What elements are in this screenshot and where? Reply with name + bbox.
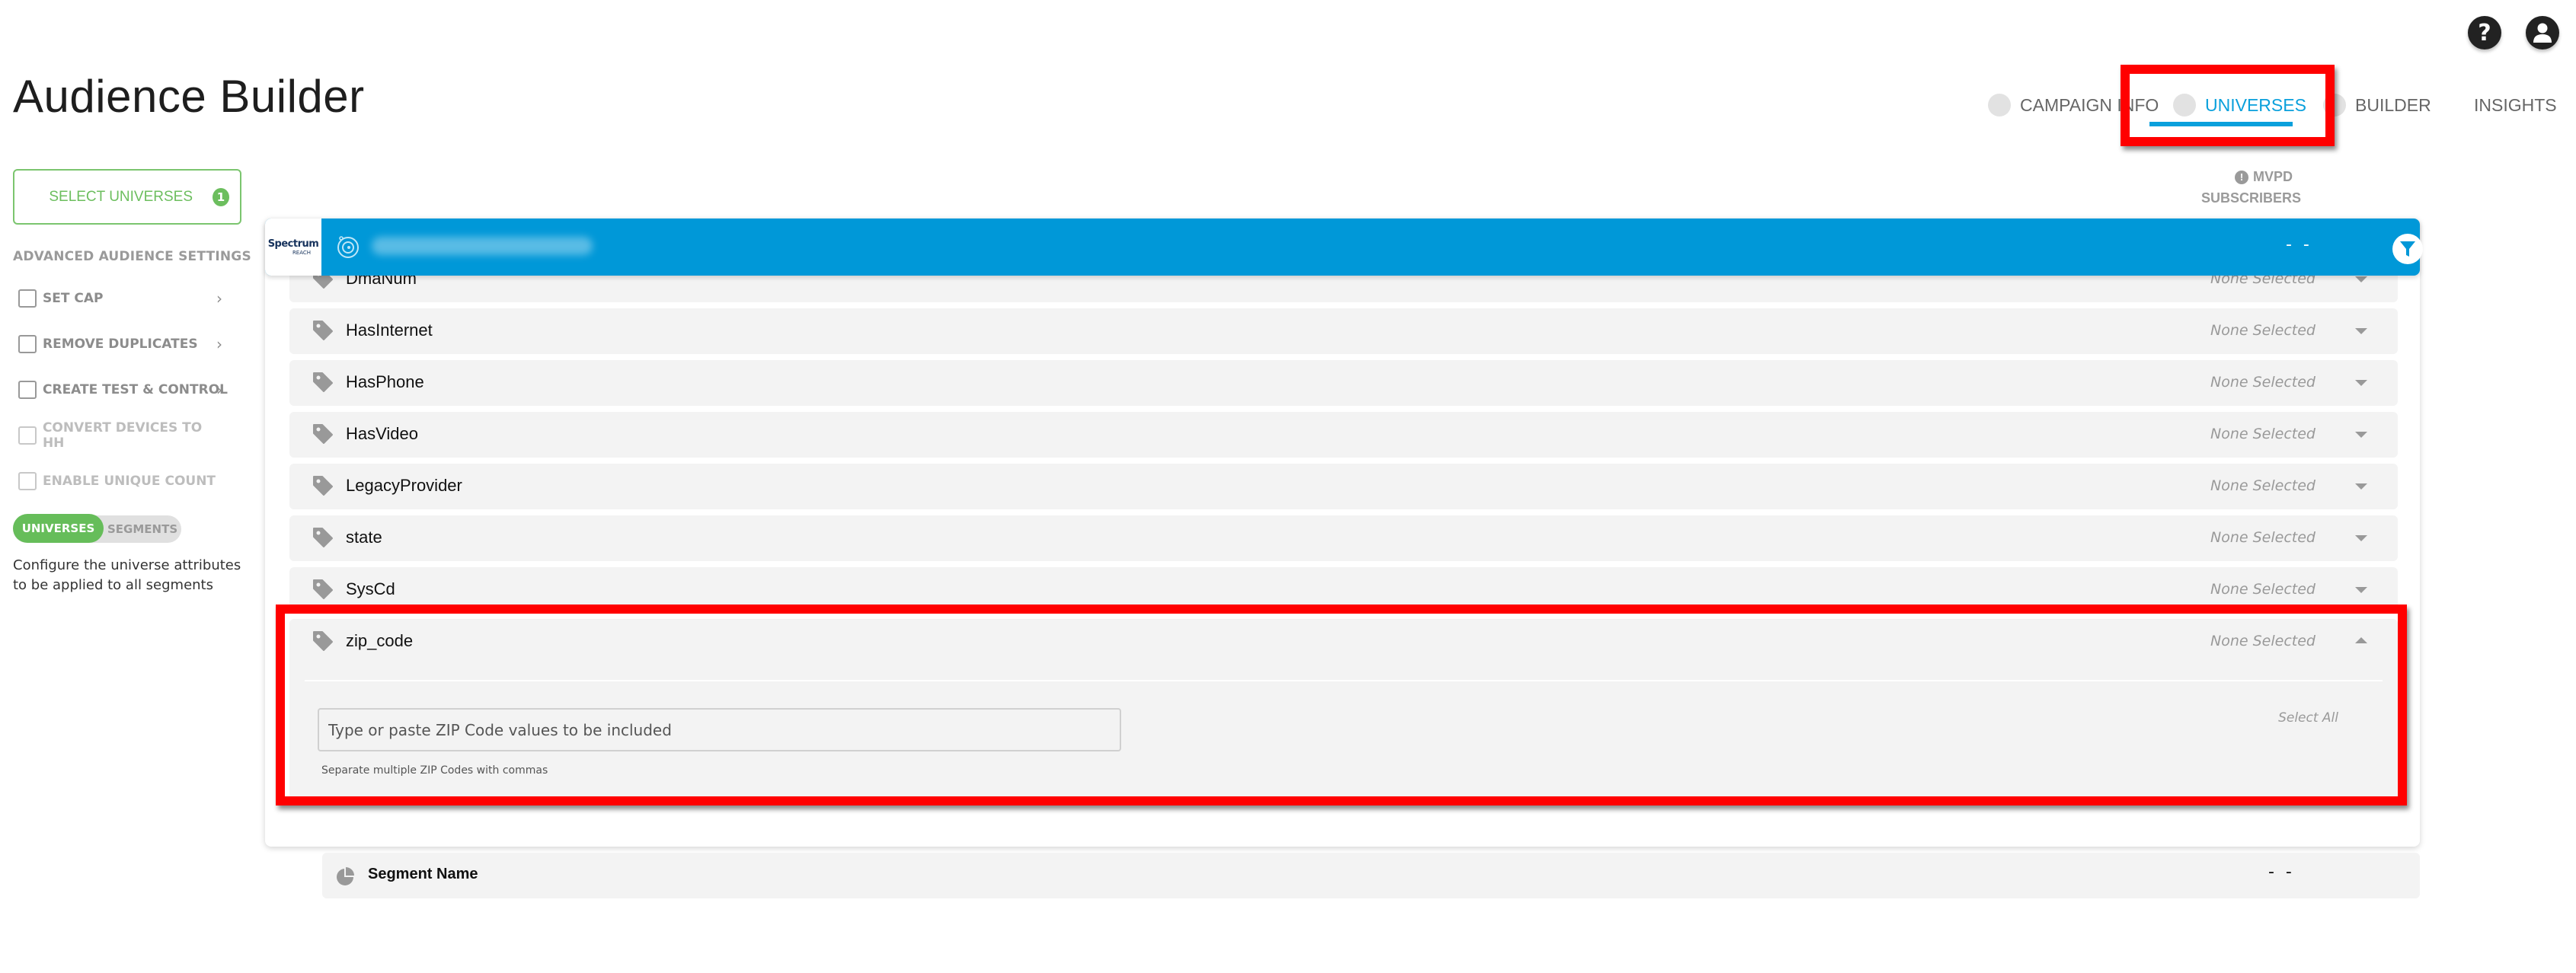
setting-label: ENABLE UNIQUE COUNT	[43, 474, 216, 489]
user-account-icon[interactable]	[2526, 16, 2559, 49]
select-universes-label: SELECT UNIVERSES	[49, 188, 193, 205]
advanced-settings-title: ADVANCED AUDIENCE SETTINGS	[13, 249, 251, 264]
zip-code-input[interactable]	[318, 708, 1121, 751]
attribute-selection: None Selected	[2210, 581, 2316, 598]
attribute-selection: None Selected	[2210, 426, 2316, 442]
caret-down-icon[interactable]	[2355, 328, 2367, 334]
setting-label: REMOVE DUPLICATES	[43, 337, 198, 352]
chevron-right-icon[interactable]: ›	[216, 289, 222, 308]
step-label: UNIVERSES	[2205, 94, 2306, 115]
universe-icon	[337, 236, 359, 258]
attribute-row-hasphone[interactable]: HasPhone None Selected	[289, 360, 2398, 406]
segment-name: Segment Name	[368, 866, 478, 882]
step-status-icon	[2173, 94, 2196, 116]
attribute-selection: None Selected	[2210, 477, 2316, 494]
zip-code-help-text: Separate multiple ZIP Codes with commas	[321, 764, 548, 777]
caret-down-icon[interactable]	[2355, 432, 2367, 438]
attribute-row-zip-code: zip_code None Selected Select All Separa…	[289, 619, 2398, 802]
step-campaign-info[interactable]: CAMPAIGN INFO	[1988, 91, 2159, 119]
toggle-option-segments[interactable]: SEGMENTS	[107, 515, 177, 543]
setting-label: SET CAP	[43, 291, 104, 306]
segment-count: - -	[2268, 863, 2295, 882]
filter-button[interactable]	[2392, 234, 2423, 264]
step-label: CAMPAIGN INFO	[2020, 94, 2159, 115]
tag-icon	[313, 528, 333, 547]
selected-count-badge: 1	[213, 187, 229, 206]
tag-icon	[313, 579, 333, 599]
toggle-description: Configure the universe attributes to be …	[13, 557, 241, 593]
universe-header[interactable]: Spectrum REACH Spectrum - Universe zipco…	[265, 219, 2423, 276]
toggle-option-universes[interactable]: UNIVERSES	[13, 514, 104, 543]
caret-down-icon[interactable]	[2355, 535, 2367, 541]
setting-label: CREATE TEST & CONTROL	[43, 382, 228, 397]
universe-name: Spectrum - Universe zipcode	[372, 237, 593, 255]
chevron-right-icon[interactable]: ›	[216, 381, 222, 399]
attribute-name: SysCd	[346, 579, 395, 598]
tag-icon	[313, 424, 333, 444]
attribute-name: HasPhone	[346, 372, 424, 391]
tag-icon	[313, 321, 333, 340]
step-builder[interactable]: BUILDER	[2323, 91, 2431, 119]
select-universes-button[interactable]: SELECT UNIVERSES 1	[13, 169, 241, 225]
attribute-name: state	[346, 528, 382, 547]
attribute-row-syscd[interactable]: SysCd None Selected	[289, 567, 2398, 613]
checkbox[interactable]	[18, 381, 37, 399]
attribute-selection: None Selected	[2210, 633, 2316, 649]
pie-chart-icon	[337, 867, 354, 885]
attribute-row-state[interactable]: state None Selected	[289, 515, 2398, 561]
spectrum-reach-logo: Spectrum REACH	[265, 219, 321, 276]
filter-icon	[2400, 241, 2415, 257]
attribute-name[interactable]: zip_code	[346, 631, 413, 651]
divider	[305, 680, 2383, 681]
setting-remove-duplicates[interactable]: REMOVE DUPLICATES ›	[18, 333, 228, 356]
page-title: Audience Builder	[13, 71, 365, 122]
step-universes[interactable]: UNIVERSES	[2173, 91, 2306, 119]
setting-convert-devices-to-hh: CONVERT DEVICES TO HH	[18, 420, 228, 451]
info-icon: !	[2234, 171, 2248, 184]
tag-icon	[313, 476, 333, 496]
checkbox[interactable]	[18, 335, 37, 353]
checkbox	[18, 472, 37, 490]
attribute-selection: None Selected	[2210, 529, 2316, 546]
step-label: BUILDER	[2355, 94, 2431, 115]
universes-segments-toggle[interactable]: UNIVERSES SEGMENTS	[13, 514, 181, 543]
attribute-selection: None Selected	[2210, 374, 2316, 391]
attribute-name: LegacyProvider	[346, 476, 462, 495]
attribute-name: HasVideo	[346, 424, 418, 443]
tag-icon	[313, 372, 333, 392]
step-label: INSIGHTS	[2474, 94, 2557, 115]
active-step-underline	[2149, 122, 2293, 126]
checkbox	[18, 426, 37, 445]
help-icon[interactable]: ?	[2468, 16, 2501, 49]
select-all-link[interactable]: Select All	[2278, 710, 2338, 726]
checkbox[interactable]	[18, 289, 37, 308]
caret-down-icon[interactable]	[2355, 587, 2367, 593]
caret-up-icon[interactable]	[2355, 637, 2367, 643]
segment-row[interactable]: Segment Name - -	[322, 853, 2420, 898]
setting-set-cap[interactable]: SET CAP ›	[18, 287, 228, 310]
mvpd-subscribers-header: ! MVPD SUBSCRIBERS	[2201, 169, 2302, 206]
caret-down-icon[interactable]	[2355, 276, 2367, 282]
mvpd-subscriber-count: - -	[2286, 235, 2312, 254]
attribute-row-hasinternet[interactable]: HasInternet None Selected	[289, 308, 2398, 354]
attribute-row-hasvideo[interactable]: HasVideo None Selected	[289, 412, 2398, 458]
setting-enable-unique-count: ENABLE UNIQUE COUNT	[18, 470, 228, 493]
caret-down-icon[interactable]	[2355, 483, 2367, 490]
step-insights[interactable]: INSIGHTS	[2474, 91, 2557, 119]
chevron-right-icon[interactable]: ›	[216, 335, 222, 353]
setting-label: CONVERT DEVICES TO HH	[42, 420, 203, 451]
caret-down-icon[interactable]	[2355, 380, 2367, 386]
step-status-icon	[1988, 94, 2011, 116]
attribute-selection: None Selected	[2210, 322, 2316, 339]
step-status-icon	[2323, 94, 2346, 116]
attribute-name: HasInternet	[346, 321, 433, 340]
setting-create-test-control[interactable]: CREATE TEST & CONTROL ›	[18, 378, 228, 401]
attribute-row-legacyprovider[interactable]: LegacyProvider None Selected	[289, 464, 2398, 509]
tag-icon	[313, 631, 333, 651]
